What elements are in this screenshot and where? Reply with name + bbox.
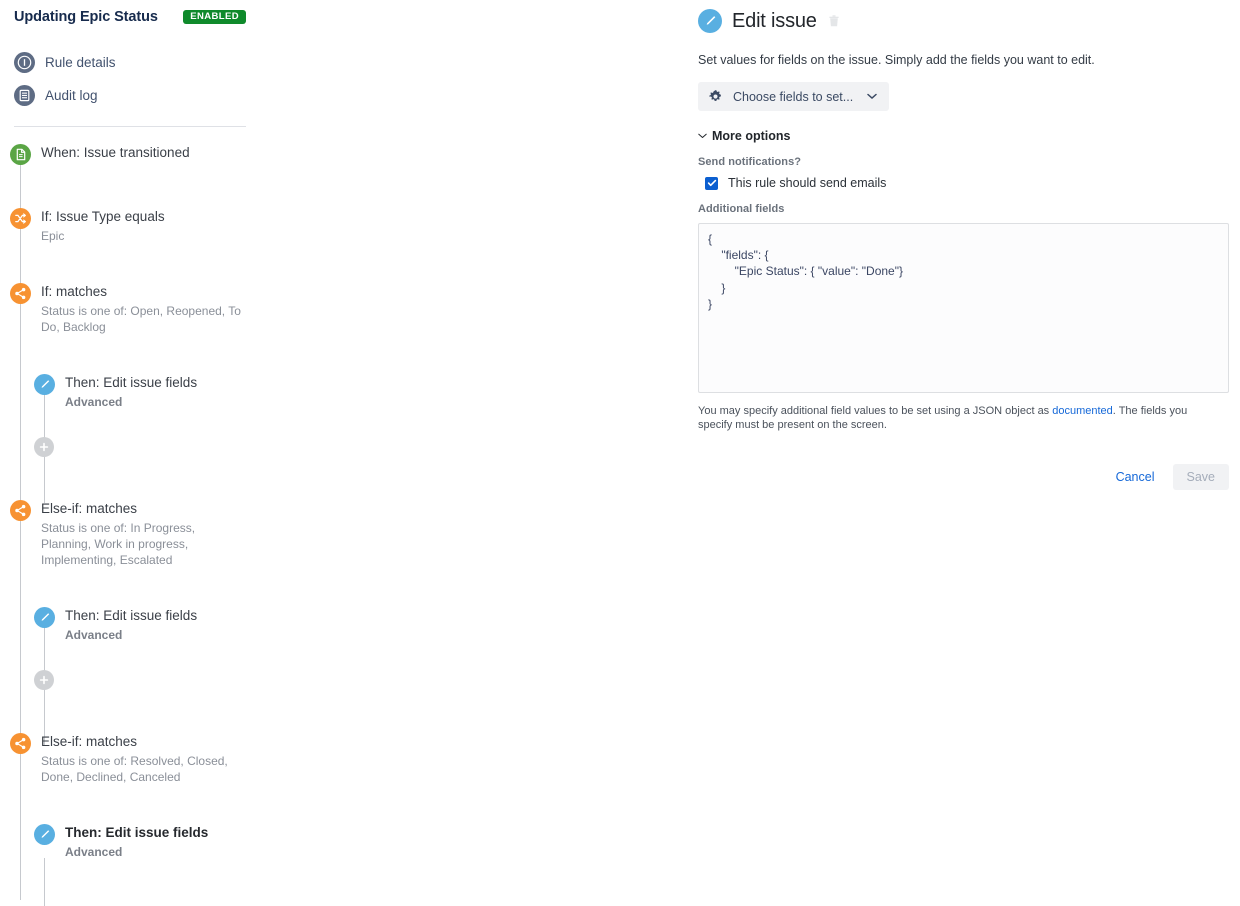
edit-pencil-icon — [698, 9, 722, 33]
step-subtitle: Advanced — [65, 395, 123, 409]
step-body: If: matches Status is one of: Open, Reop… — [41, 282, 241, 335]
cancel-button[interactable]: Cancel — [1104, 464, 1167, 490]
detail-header: Edit issue — [698, 6, 1230, 36]
timeline-branch-spine — [44, 858, 45, 906]
step-subtitle: Advanced — [65, 628, 123, 642]
detail-title: Edit issue — [732, 9, 817, 32]
additional-fields-label: Additional fields — [698, 203, 785, 215]
timeline-step-then-edit-issue-fields-3[interactable]: Then: Edit issue fields Advanced — [0, 823, 260, 860]
step-subtitle: Advanced — [65, 845, 123, 859]
step-body: Then: Edit issue fields Advanced — [65, 373, 197, 410]
step-body: Else-if: matches Status is one of: Resol… — [41, 732, 241, 785]
branch-icon — [10, 500, 31, 521]
info-icon — [14, 52, 35, 73]
chevron-down-icon — [867, 93, 877, 100]
gear-icon — [708, 89, 723, 104]
rule-header: Updating Epic Status ENABLED — [0, 0, 260, 28]
sidebar-item-label: Audit log — [45, 88, 98, 103]
step-subtitle: Status is one of: Open, Reopened, To Do,… — [41, 304, 241, 334]
step-title: Else-if: matches — [41, 501, 138, 516]
component-detail-panel: Edit issue Set values for fields on the … — [686, 0, 1240, 906]
timeline-step-if-matches[interactable]: If: matches Status is one of: Open, Reop… — [0, 282, 260, 335]
step-title: If: matches — [41, 284, 108, 299]
trigger-issue-icon — [10, 144, 31, 165]
additional-fields-help: You may specify additional field values … — [698, 405, 1208, 432]
chevron-down-icon — [698, 133, 707, 139]
step-body: When: Issue transitioned — [41, 143, 190, 165]
automation-rule-editor: Updating Epic Status ENABLED Rule detail… — [0, 0, 1240, 906]
page-title: Updating Epic Status — [14, 9, 158, 25]
documented-link[interactable]: documented — [1052, 405, 1113, 417]
branch-icon — [10, 733, 31, 754]
edit-pencil-icon — [34, 374, 55, 395]
send-notifications-label: Send notifications? — [698, 156, 802, 168]
timeline-step-elseif-matches-2[interactable]: Else-if: matches Status is one of: Resol… — [0, 732, 260, 785]
save-button[interactable]: Save — [1172, 464, 1229, 490]
add-step-button-1[interactable] — [0, 436, 260, 457]
sidebar-item-audit-log[interactable]: Audit log — [0, 79, 260, 112]
timeline-step-elseif-matches-1[interactable]: Else-if: matches Status is one of: In Pr… — [0, 499, 260, 568]
step-subtitle: Epic — [41, 229, 65, 243]
timeline-step-then-edit-issue-fields-2[interactable]: Then: Edit issue fields Advanced — [0, 606, 260, 643]
step-title: Then: Edit issue fields — [65, 825, 209, 840]
delete-icon[interactable] — [827, 14, 841, 28]
list-icon — [14, 85, 35, 106]
step-title: Then: Edit issue fields — [65, 375, 198, 390]
more-options-label: More options — [712, 129, 791, 143]
timeline-step-if-issue-type-equals[interactable]: If: Issue Type equals Epic — [0, 207, 260, 244]
rule-sidebar: Updating Epic Status ENABLED Rule detail… — [0, 0, 260, 906]
detail-actions: Cancel Save — [698, 464, 1229, 490]
detail-description: Set values for fields on the issue. Simp… — [698, 53, 1095, 67]
step-title: When: Issue transitioned — [41, 145, 190, 160]
send-emails-label: This rule should send emails — [728, 176, 887, 190]
step-title: Else-if: matches — [41, 734, 138, 749]
step-body: If: Issue Type equals Epic — [41, 207, 165, 244]
step-title: Then: Edit issue fields — [65, 608, 198, 623]
choose-fields-label: Choose fields to set... — [733, 89, 854, 104]
edit-pencil-icon — [34, 824, 55, 845]
send-emails-row[interactable]: This rule should send emails — [698, 176, 1230, 190]
choose-fields-dropdown[interactable]: Choose fields to set... — [698, 82, 890, 111]
step-subtitle: Status is one of: In Progress, Planning,… — [41, 521, 196, 567]
more-options-toggle[interactable]: More options — [698, 129, 1230, 143]
step-body: Else-if: matches Status is one of: In Pr… — [41, 499, 241, 568]
plus-icon — [34, 437, 54, 457]
step-body: Then: Edit issue fields Advanced — [65, 606, 197, 643]
sidebar-item-label: Rule details — [45, 55, 116, 70]
step-subtitle: Status is one of: Resolved, Closed, Done… — [41, 754, 228, 784]
add-step-button-2[interactable] — [0, 669, 260, 690]
sidebar-divider — [14, 126, 246, 127]
status-badge: ENABLED — [183, 9, 246, 25]
additional-fields-textarea[interactable] — [698, 223, 1229, 393]
rule-timeline: When: Issue transitioned If: Issue Type … — [0, 143, 260, 906]
timeline-step-then-edit-issue-fields-1[interactable]: Then: Edit issue fields Advanced — [0, 373, 260, 410]
plus-icon — [34, 670, 54, 690]
sidebar-item-rule-details[interactable]: Rule details — [0, 46, 260, 79]
branch-icon — [10, 283, 31, 304]
send-emails-checkbox[interactable] — [705, 176, 718, 190]
step-body: Then: Edit issue fields Advanced — [65, 823, 208, 860]
timeline-step-when-issue-transitioned[interactable]: When: Issue transitioned — [0, 143, 260, 165]
step-title: If: Issue Type equals — [41, 209, 165, 224]
sidebar-nav: Rule details Audit log — [0, 46, 260, 112]
condition-shuffle-icon — [10, 208, 31, 229]
edit-pencil-icon — [34, 607, 55, 628]
help-text-before: You may specify additional field values … — [698, 405, 1053, 417]
